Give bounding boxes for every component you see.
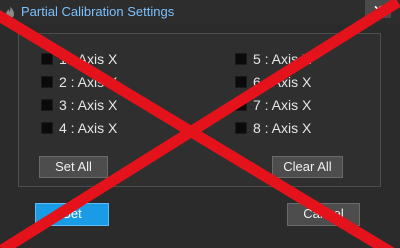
axis-6-checkbox[interactable] [235,76,247,88]
calibration-dialog: Partial Calibration Settings × 1 : Axis … [0,0,400,248]
axis-8-checkbox[interactable] [235,122,247,134]
set-all-button[interactable]: Set All [39,156,108,178]
window-title: Partial Calibration Settings [21,4,175,19]
axis-4-checkbox[interactable] [41,122,53,134]
axis-1-label: 1 : Axis X [59,51,118,67]
close-button[interactable]: × [365,0,391,18]
axis-8-label: 8 : Axis X [253,120,312,136]
axis-5-label: 5 : Axis X [253,51,312,67]
axis-3-label: 3 : Axis X [59,97,118,113]
axis-5-checkbox[interactable] [235,53,247,65]
axis-6-label: 6 : Axis X [253,74,312,90]
axis-4-label: 4 : Axis X [59,120,118,136]
title-bar: Partial Calibration Settings × [0,0,400,24]
axis-selection-panel: 1 : Axis X 2 : Axis X 3 : Axis X 4 : Axi… [18,33,381,187]
set-button[interactable]: Set [35,203,109,226]
close-icon: × [373,1,383,17]
axis-2-checkbox[interactable] [41,76,53,88]
flame-icon [6,6,14,18]
cancel-button[interactable]: Cancel [287,203,360,226]
axis-3-checkbox[interactable] [41,99,53,111]
axis-1-checkbox[interactable] [41,53,53,65]
axis-7-checkbox[interactable] [235,99,247,111]
clear-all-button[interactable]: Clear All [272,156,343,178]
axis-7-label: 7 : Axis X [253,97,312,113]
axis-2-label: 2 : Axis X [59,74,118,90]
